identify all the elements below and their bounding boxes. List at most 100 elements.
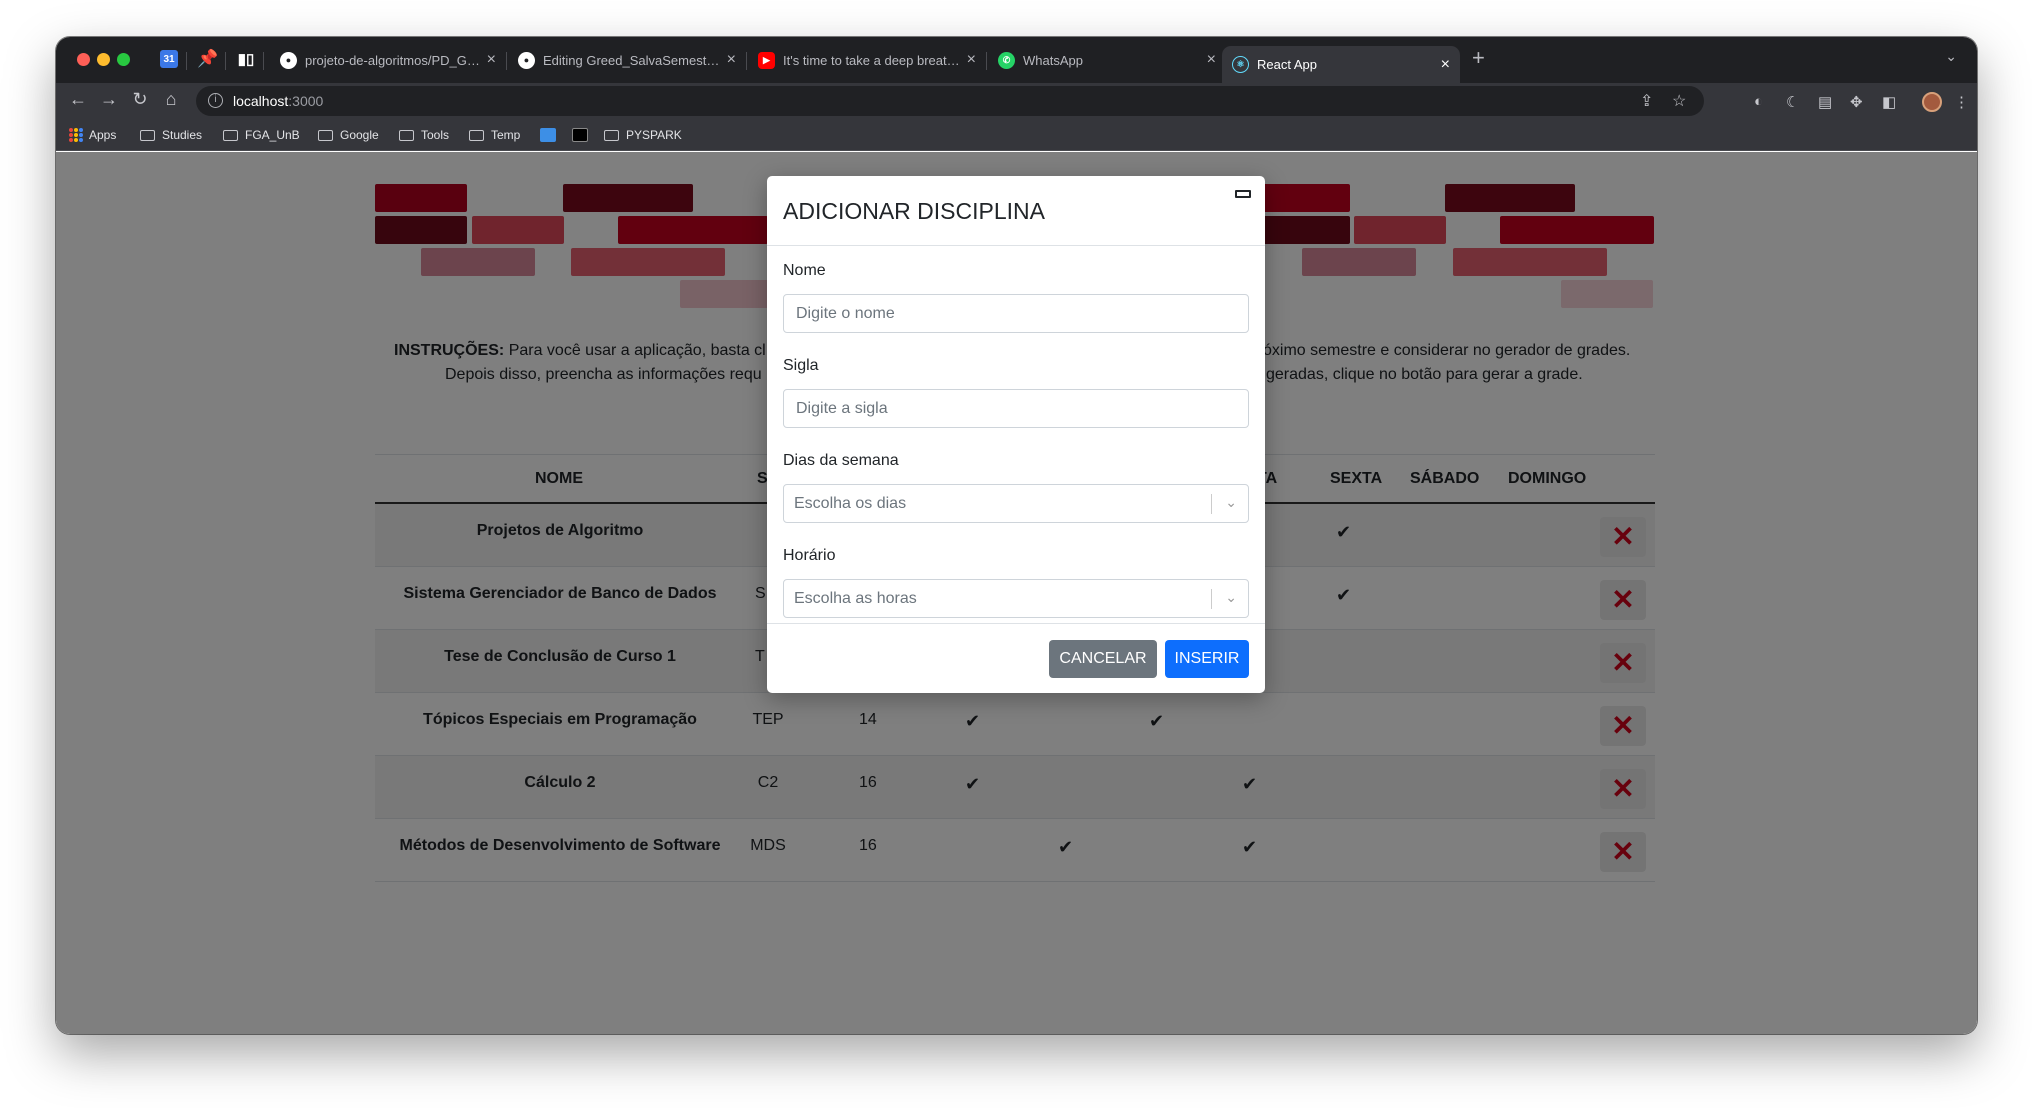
folder-icon — [399, 129, 414, 141]
tab-title: Editing Greed_SalvaSemestre/README.md — [543, 52, 721, 68]
tab-close-icon[interactable]: × — [1207, 51, 1216, 69]
sigla-placeholder: Digite a sigla — [796, 400, 888, 417]
chevron-down-icon[interactable]: ⌄ — [1225, 494, 1237, 511]
tab-react-app[interactable]: ⚛ React App × — [1222, 46, 1460, 83]
bookmark-label: Google — [340, 128, 379, 142]
add-course-modal: ADICIONAR DISCIPLINA Nome Digite o nome … — [767, 176, 1265, 693]
back-icon[interactable]: ← — [66, 89, 90, 110]
whatsapp-icon: ✆ — [998, 51, 1015, 69]
browser-toolbar: ← → ↻ ⌂ i localhost:3000 ⇪ ☆ ◐ ☾ ▤ ✥ ◧ ⋮ — [56, 83, 1977, 121]
modal-title: ADICIONAR DISCIPLINA — [783, 198, 1045, 224]
url-text[interactable]: localhost:3000 — [233, 93, 323, 109]
tab-title: React App — [1257, 57, 1317, 72]
bookmark-studies[interactable]: Studies — [140, 128, 202, 142]
youtube-icon: ▶ — [758, 51, 775, 69]
folder-icon — [604, 129, 619, 141]
sigla-label: Sigla — [783, 357, 819, 374]
tab-github-editing[interactable]: ● Editing Greed_SalvaSemestre/README.md … — [508, 44, 746, 76]
minimize-icon[interactable] — [1235, 190, 1251, 198]
bookmark-tools[interactable]: Tools — [399, 128, 449, 142]
pinned-tab-calendar-icon[interactable]: 31 — [160, 50, 178, 68]
bookmarks-bar: Apps Studies FGA_UnB Google Tools Temp P… — [56, 121, 1977, 151]
tab-separator — [986, 52, 987, 70]
tab-title: projeto-de-algoritmos/PD_Grade — [305, 52, 481, 68]
share-icon[interactable]: ⇪ — [1640, 91, 1653, 111]
dias-select[interactable]: Escolha os dias ⌄ — [783, 484, 1249, 523]
bookmark-chart-shortcut[interactable] — [540, 128, 556, 142]
tab-search-chevron-icon[interactable]: ⌄ — [1945, 48, 1957, 65]
apps-grid-icon — [69, 128, 83, 142]
extension-reader-icon[interactable]: ▤ — [1818, 93, 1832, 111]
dias-placeholder: Escolha os dias — [794, 495, 907, 512]
bookmark-label: Temp — [491, 128, 521, 142]
tab-close-icon[interactable]: × — [1441, 56, 1450, 74]
bookmark-star-icon[interactable]: ☆ — [1672, 91, 1686, 111]
address-bar[interactable]: i localhost:3000 ⇪ ☆ — [196, 86, 1704, 116]
pinned-tab-pin-icon[interactable]: 📌 — [197, 49, 218, 68]
bookmark-label: FGA_UnB — [245, 128, 300, 142]
url-host: localhost — [233, 93, 289, 109]
bookmark-fga-unb[interactable]: FGA_UnB — [223, 128, 300, 142]
tab-close-icon[interactable]: × — [967, 51, 976, 69]
bookmark-temp[interactable]: Temp — [469, 128, 520, 142]
home-icon[interactable]: ⌂ — [159, 89, 183, 110]
bookmark-label: Studies — [162, 128, 203, 142]
sigla-input[interactable]: Digite a sigla — [783, 389, 1249, 428]
insert-button[interactable]: INSERIR — [1165, 640, 1249, 678]
tab-close-icon[interactable]: × — [487, 51, 496, 69]
extension-grammar-icon[interactable]: ☾ — [1786, 93, 1799, 111]
folder-icon — [469, 129, 484, 141]
dias-label: Dias da semana — [783, 452, 899, 469]
folder-icon — [223, 129, 238, 141]
tab-close-icon[interactable]: × — [727, 51, 736, 69]
cancel-button[interactable]: CANCELAR — [1049, 640, 1157, 678]
pinned-tab-trello-icon[interactable]: ▮▯ — [237, 50, 255, 68]
bookmark-label: PYSPARK — [626, 128, 682, 142]
modal-header: ADICIONAR DISCIPLINA — [767, 176, 1265, 246]
window-close-button[interactable] — [77, 53, 90, 66]
folder-icon — [140, 129, 155, 141]
window-maximize-button[interactable] — [117, 53, 130, 66]
chart-favicon-icon — [540, 128, 556, 142]
nome-placeholder: Digite o nome — [796, 305, 895, 322]
github-icon: ● — [518, 51, 535, 69]
window-minimize-button[interactable] — [97, 53, 110, 66]
tab-whatsapp[interactable]: ✆ WhatsApp × — [988, 44, 1226, 76]
side-panel-icon[interactable]: ◧ — [1882, 93, 1896, 111]
arrow-favicon-icon — [572, 128, 588, 142]
site-info-icon[interactable]: i — [208, 93, 223, 108]
horario-placeholder: Escolha as horas — [794, 590, 917, 607]
bookmark-arrow-shortcut[interactable] — [572, 128, 588, 142]
react-icon: ⚛ — [1232, 56, 1249, 73]
bookmark-pyspark[interactable]: PYSPARK — [604, 128, 682, 142]
forward-icon[interactable]: → — [97, 89, 121, 110]
folder-icon — [318, 129, 333, 141]
tab-youtube[interactable]: ▶ It's time to take a deep breath... × — [748, 44, 986, 76]
github-icon: ● — [280, 51, 297, 69]
nome-label: Nome — [783, 262, 826, 279]
bookmark-label: Apps — [89, 128, 117, 142]
bookmark-label: Tools — [421, 128, 450, 142]
url-port: :3000 — [288, 93, 324, 109]
tab-separator — [225, 52, 226, 70]
new-tab-icon[interactable]: + — [1472, 45, 1485, 71]
tab-separator — [186, 52, 187, 70]
extensions-puzzle-icon[interactable]: ✥ — [1850, 93, 1863, 111]
select-separator — [1211, 494, 1212, 514]
horario-label: Horário — [783, 547, 836, 564]
browser-window: 31 📌 ▮▯ ● projeto-de-algoritmos/PD_Grade… — [56, 37, 1977, 1034]
horario-select[interactable]: Escolha as horas ⌄ — [783, 579, 1249, 618]
reload-icon[interactable]: ↻ — [128, 89, 152, 110]
tab-separator — [746, 52, 747, 70]
chevron-down-icon[interactable]: ⌄ — [1225, 589, 1237, 606]
tab-github-projeto[interactable]: ● projeto-de-algoritmos/PD_Grade × — [270, 44, 506, 76]
profile-avatar[interactable] — [1922, 92, 1942, 112]
bookmark-apps[interactable]: Apps — [69, 128, 116, 142]
select-separator — [1211, 589, 1212, 609]
menu-kebab-icon[interactable]: ⋮ — [1954, 93, 1969, 111]
modal-footer: CANCELAR INSERIR — [767, 623, 1265, 693]
extension-cookie-icon[interactable]: ◐ — [1754, 93, 1763, 110]
bookmark-google[interactable]: Google — [318, 128, 379, 142]
nome-input[interactable]: Digite o nome — [783, 294, 1249, 333]
tab-separator — [506, 52, 507, 70]
